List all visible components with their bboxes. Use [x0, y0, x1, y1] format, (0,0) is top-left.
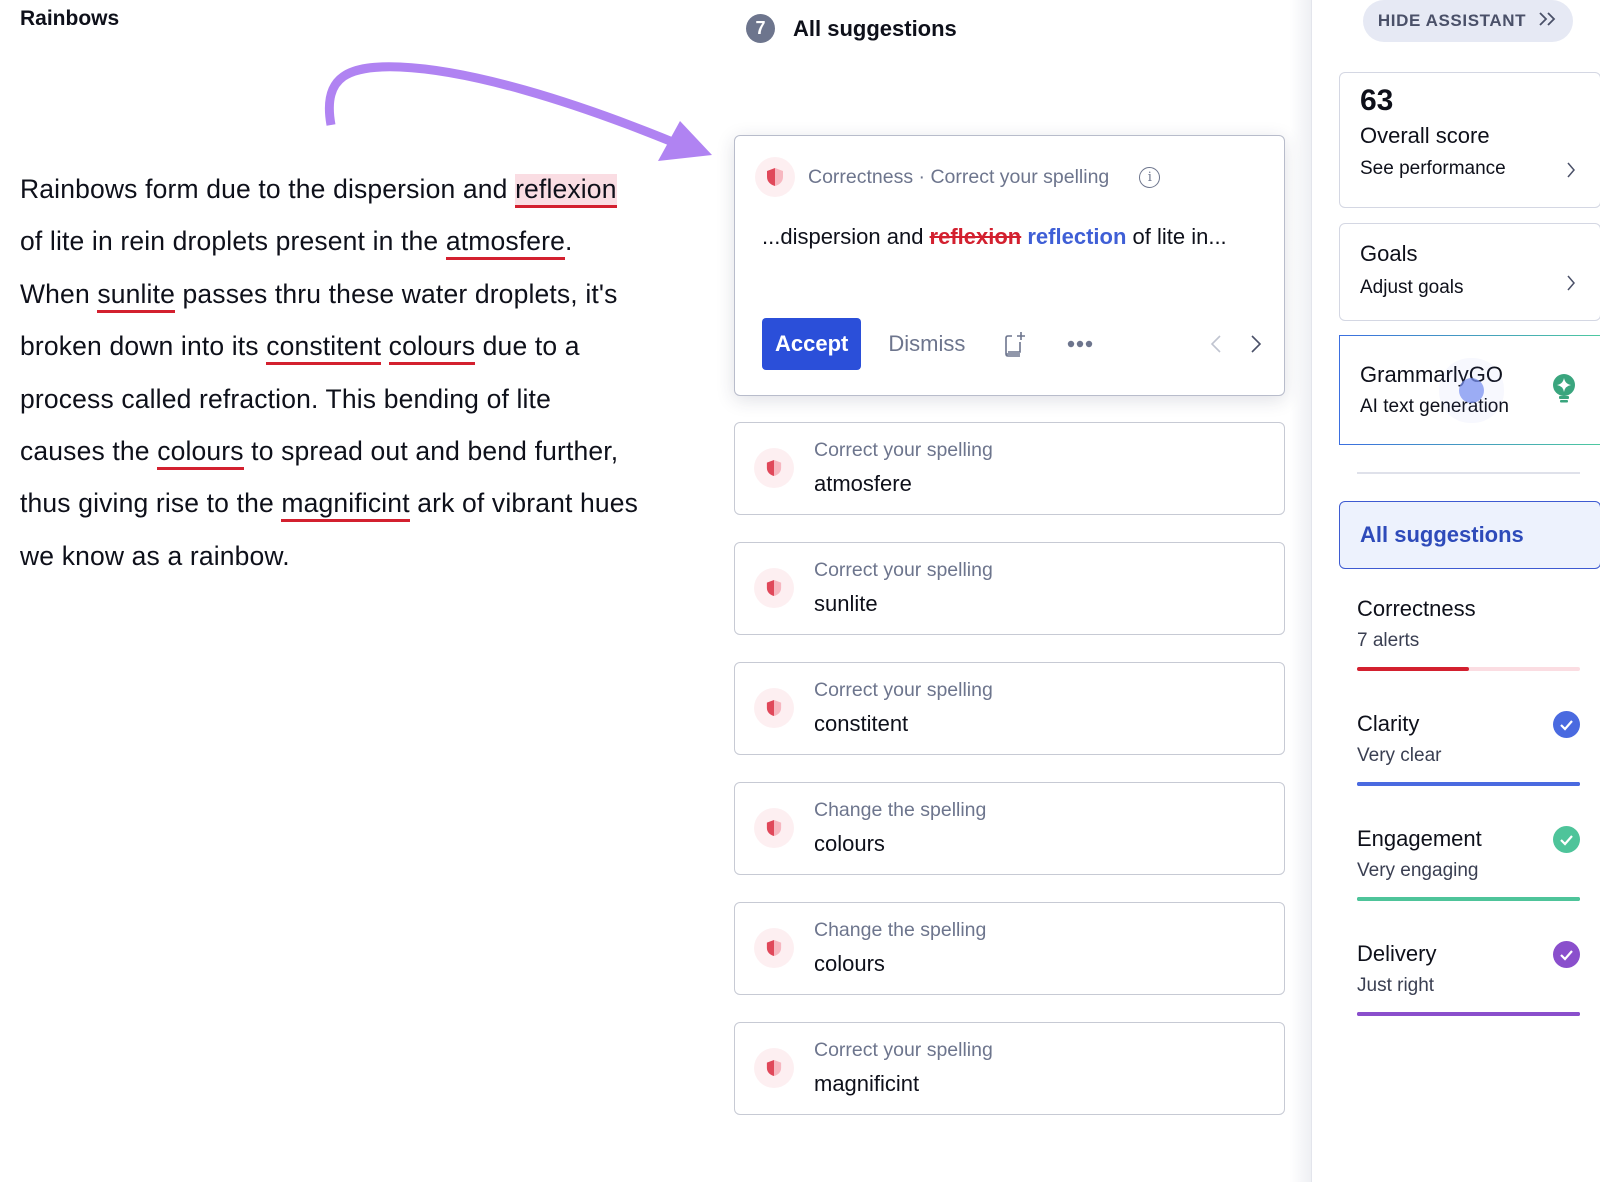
category-name: Clarity: [1357, 711, 1420, 736]
correctness-shield-icon: [754, 448, 794, 488]
document-title: Rainbows: [20, 7, 120, 30]
suggestion-label: Correct your spelling: [814, 559, 993, 581]
suggestion-card[interactable]: Correct your spelling atmosfere: [734, 422, 1285, 515]
suggestion-card[interactable]: Change the spelling colours: [734, 902, 1285, 995]
card-header: Correctness · Correct your spelling i: [755, 157, 1161, 197]
category-engagement[interactable]: Engagement Very engaging: [1357, 826, 1580, 906]
see-performance-link[interactable]: See performance: [1360, 158, 1506, 180]
category-name: Correctness: [1357, 596, 1476, 621]
checkmark-icon: [1553, 941, 1580, 968]
preview-prefix: ...dispersion and: [762, 224, 930, 249]
misspelled-word[interactable]: atmosfere: [445, 226, 566, 261]
category-progress-fill: [1357, 1012, 1580, 1016]
misspelled-word[interactable]: reflexion: [515, 174, 617, 208]
all-suggestions-button[interactable]: All suggestions: [1339, 501, 1600, 569]
more-options-icon[interactable]: [1067, 340, 1093, 348]
checkmark-icon: [1553, 826, 1580, 853]
suggestion-label: Correct your spelling: [814, 439, 993, 461]
category-status: Just right: [1357, 975, 1435, 996]
category-status: 7 alerts: [1357, 630, 1420, 651]
lightbulb-sparkle-icon: [1552, 374, 1576, 409]
misspelled-word[interactable]: constitent: [266, 331, 382, 366]
category-clarity[interactable]: Clarity Very clear: [1357, 711, 1580, 791]
misspelled-word[interactable]: colours: [388, 331, 476, 366]
category-name: Engagement: [1357, 826, 1482, 851]
adjust-goals-link[interactable]: Adjust goals: [1360, 277, 1464, 299]
card-actions: Accept Dismiss: [762, 318, 1262, 370]
overall-score-title: Overall score: [1360, 123, 1490, 148]
suggestion-label: Change the spelling: [814, 919, 987, 941]
suggestion-word: atmosfere: [814, 471, 912, 496]
hide-assistant-button[interactable]: HIDE ASSISTANT: [1363, 0, 1573, 42]
chevron-left-icon[interactable]: [1210, 334, 1222, 354]
suggestion-label: Change the spelling: [814, 799, 987, 821]
suggestion-card[interactable]: Correct your spelling constitent: [734, 662, 1285, 755]
active-suggestion-card[interactable]: Correctness · Correct your spelling i ..…: [734, 135, 1285, 396]
category-progress-bar: [1357, 1012, 1580, 1016]
grammarlygo-subtitle: AI text generation: [1360, 396, 1509, 417]
sidebar-divider: [1311, 0, 1312, 1182]
correctness-shield-icon: [754, 808, 794, 848]
suggestion-label: Correct your spelling: [814, 679, 993, 701]
misspelled-word[interactable]: magnificint: [281, 488, 410, 523]
misspelled-word[interactable]: colours: [157, 436, 244, 471]
category-progress-bar: [1357, 782, 1580, 786]
info-icon[interactable]: i: [1139, 166, 1161, 188]
text-segment: Rainbows form due to the dispersion and: [20, 174, 516, 204]
suggestion-preview: ...dispersion and reflexion reflection o…: [762, 220, 1262, 254]
category-progress-bar: [1357, 897, 1580, 901]
category-status: Very clear: [1357, 745, 1442, 766]
preview-suffix: of lite in...: [1126, 224, 1227, 249]
chevron-right-icon[interactable]: [1250, 334, 1262, 354]
suggestions-header: 7 All suggestions: [746, 14, 957, 43]
suggestion-card[interactable]: Correct your spelling sunlite: [734, 542, 1285, 635]
suggestion-count-badge: 7: [746, 14, 775, 43]
correctness-shield-icon: [754, 568, 794, 608]
suggestion-category: Correctness · Correct your spelling: [808, 165, 1110, 188]
category-progress-fill: [1357, 782, 1580, 786]
checkmark-icon: [1553, 711, 1580, 738]
chevron-right-icon: [1566, 274, 1576, 298]
suggestion-word: magnificint: [814, 1071, 920, 1096]
goals-title: Goals: [1360, 241, 1418, 266]
suggestion-word: colours: [814, 951, 885, 976]
chevron-right-icon: [1566, 161, 1576, 185]
category-delivery[interactable]: Delivery Just right: [1357, 941, 1580, 1021]
suggestion-word: colours: [814, 831, 885, 856]
text-segment: [381, 331, 389, 361]
double-chevron-right-icon: [1538, 11, 1558, 32]
category-progress-fill: [1357, 897, 1580, 901]
category-status: Very engaging: [1357, 860, 1479, 881]
suggestion-card[interactable]: Correct your spelling magnificint: [734, 1022, 1285, 1115]
add-to-dictionary-icon[interactable]: [1003, 330, 1029, 358]
dismiss-button[interactable]: Dismiss: [888, 331, 965, 357]
text-segment: of lite in rein droplets present in the: [20, 226, 446, 257]
suggestion-word: sunlite: [814, 591, 878, 616]
suggestion-word: constitent: [814, 711, 909, 736]
category-name: Delivery: [1357, 941, 1437, 966]
replacement-word[interactable]: reflection: [1027, 224, 1126, 249]
sidebar-shadow: [1290, 0, 1312, 1182]
correctness-shield-icon: [755, 157, 795, 197]
suggestions-title: All suggestions: [793, 15, 957, 41]
annotation-arrow: [325, 62, 712, 161]
overall-score-value: 63: [1360, 84, 1394, 117]
goals-card[interactable]: Goals Adjust goals: [1339, 223, 1600, 321]
overall-score-card[interactable]: 63 Overall score See performance: [1339, 72, 1600, 208]
suggestion-label: Correct your spelling: [814, 1039, 993, 1061]
document-body[interactable]: Rainbows form due to the dispersion and …: [20, 163, 640, 582]
correctness-shield-icon: [754, 1048, 794, 1088]
category-progress-fill: [1357, 667, 1469, 671]
hide-assistant-label: HIDE ASSISTANT: [1377, 11, 1527, 30]
original-word: reflexion: [929, 224, 1022, 249]
sidebar-separator: [1357, 472, 1580, 474]
correctness-shield-icon: [754, 688, 794, 728]
correctness-shield-icon: [754, 928, 794, 968]
suggestion-card[interactable]: Change the spelling colours: [734, 782, 1285, 875]
accept-button[interactable]: Accept: [762, 318, 862, 370]
category-correctness[interactable]: Correctness 7 alerts: [1357, 596, 1580, 676]
category-progress-bar: [1357, 667, 1580, 671]
misspelled-word[interactable]: sunlite: [97, 278, 175, 313]
mouse-cursor: [1459, 378, 1484, 403]
